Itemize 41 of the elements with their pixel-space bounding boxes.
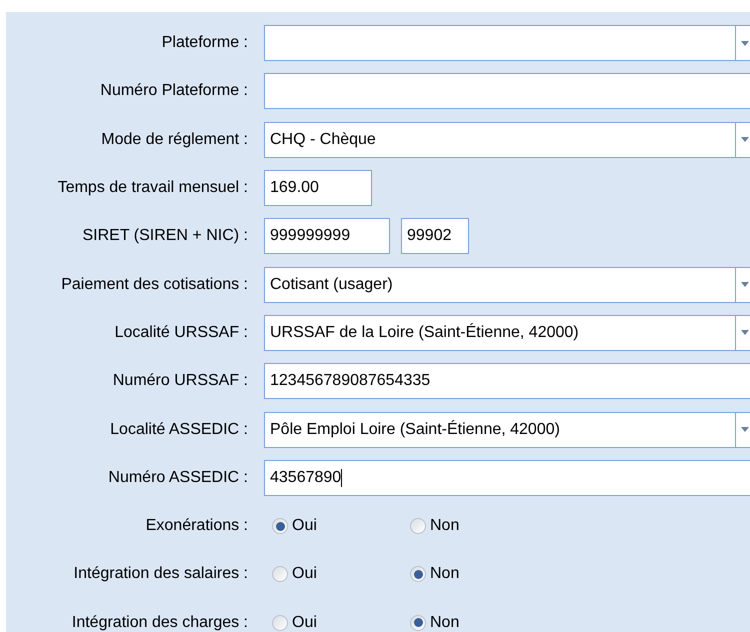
field-label: Temps de travail mensuel :	[56, 178, 248, 198]
caret-icon	[740, 427, 748, 432]
radio-option[interactable]: Oui	[272, 514, 410, 538]
caret-icon	[740, 330, 748, 336]
dropdown[interactable]: CHQ - Chèque	[264, 122, 750, 158]
radio-option[interactable]: Non	[410, 514, 548, 538]
field-label: Numéro Plateforme :	[99, 81, 248, 102]
field-label: Localité ASSEDIC :	[109, 420, 248, 440]
input-field[interactable]: 999999999	[264, 218, 390, 254]
field-label: Paiement des cotisations :	[60, 274, 248, 295]
field-label: Numéro URSSAF :	[112, 371, 248, 392]
field-label: Numéro ASSEDIC :	[107, 468, 248, 488]
radio-button[interactable]	[272, 518, 288, 534]
radio-button[interactable]	[410, 566, 426, 582]
field-label: Intégration des charges :	[70, 612, 248, 632]
field-label: Mode de réglement :	[100, 130, 248, 150]
field-label: Plateforme :	[160, 33, 248, 54]
dropdown[interactable]: Pôle Emploi Loire (Saint-Étienne, 42000)	[264, 412, 750, 448]
caret-icon	[740, 40, 748, 46]
radio-option[interactable]: Non	[410, 610, 548, 632]
field-label: Exonérations :	[144, 516, 248, 536]
radio-button[interactable]	[272, 566, 288, 582]
radio-option[interactable]: Non	[410, 562, 548, 586]
field-label: Localité URSSAF :	[114, 322, 248, 343]
input-field[interactable]	[264, 73, 750, 110]
dropdown[interactable]: Cotisant (usager)	[264, 266, 750, 303]
radio-button[interactable]	[410, 614, 426, 631]
input-field[interactable]: 99902	[401, 218, 469, 254]
field-label: SIRET (SIREN + NIC) :	[81, 226, 248, 246]
caret-icon	[740, 282, 748, 288]
input-field[interactable]: 169.00	[264, 170, 372, 206]
radio-button[interactable]	[272, 614, 288, 631]
input-field[interactable]: 43567890	[264, 460, 750, 496]
input-field[interactable]: 123456789087654335	[264, 363, 750, 400]
caret-icon	[740, 137, 748, 142]
radio-option[interactable]: Oui	[272, 562, 410, 586]
radio-button[interactable]	[410, 518, 426, 534]
dropdown[interactable]: URSSAF de la Loire (Saint-Étienne, 42000)	[264, 314, 750, 351]
field-label: Intégration des salaires :	[72, 564, 248, 584]
dropdown[interactable]	[264, 25, 750, 62]
radio-option[interactable]: Oui	[272, 610, 410, 632]
